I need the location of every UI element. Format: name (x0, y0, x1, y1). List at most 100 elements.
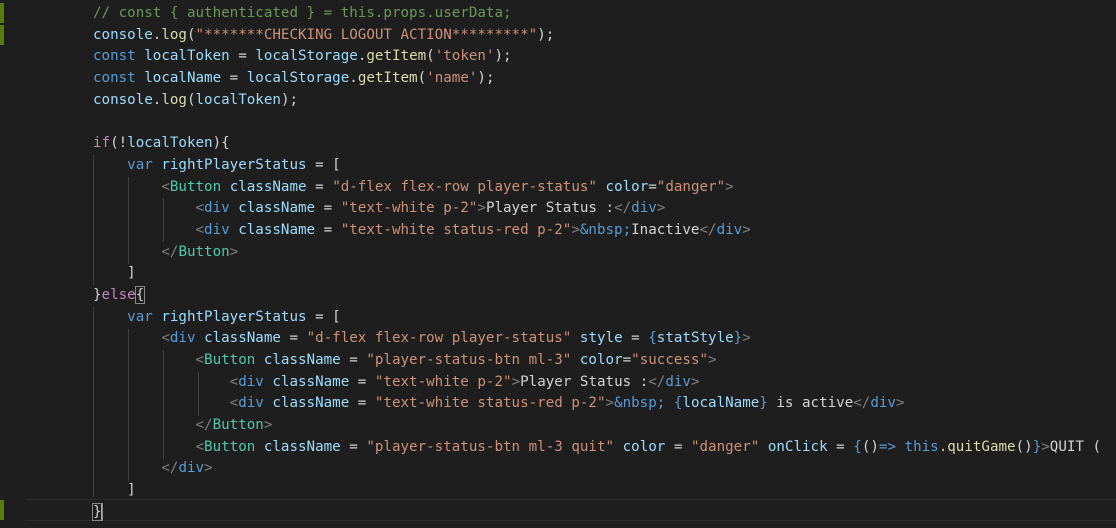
code-token: > (263, 417, 273, 434)
code-token: > (477, 200, 486, 217)
code-line[interactable]: <div className = "d-flex flex-row player… (93, 328, 1101, 350)
code-token: { (648, 330, 657, 347)
code-line[interactable]: if(!localToken){ (93, 133, 1101, 155)
code-token: const (93, 48, 136, 65)
code-token: > (690, 373, 700, 390)
code-token: > (571, 221, 580, 238)
code-token: div (169, 330, 196, 347)
code-token: color (622, 438, 666, 455)
code-token: ); (494, 48, 512, 65)
code-token: localStorage (246, 70, 350, 87)
code-token: </ (648, 373, 666, 390)
code-token: > (708, 352, 717, 368)
code-token: div (238, 373, 264, 390)
code-token: className (263, 352, 341, 368)
code-line[interactable]: <div className = "text-white status-red … (93, 220, 1101, 242)
code-token: localToken (144, 48, 230, 65)
code-token: { (853, 438, 862, 455)
code-line[interactable]: console.log("*******CHECKING LOGOUT ACTI… (93, 25, 1101, 47)
code-token: log (161, 91, 187, 108)
code-line[interactable]: </Button> (93, 242, 1101, 264)
indentation (93, 309, 127, 325)
code-token: = (229, 48, 256, 65)
code-token: ){ (212, 135, 230, 152)
code-token: . (349, 70, 358, 87)
code-line[interactable]: ] (93, 263, 1101, 285)
code-token: < (195, 200, 205, 217)
code-line[interactable]: var rightPlayerStatus = [ (93, 307, 1101, 329)
code-token: { (134, 285, 146, 304)
code-line[interactable]: <div className = "text-white status-red … (93, 393, 1101, 415)
code-token: Button (212, 417, 264, 434)
code-token: (! (110, 135, 128, 152)
code-token: var (127, 156, 153, 173)
code-line[interactable]: <Button className = "d-flex flex-row pla… (93, 177, 1101, 199)
code-token: < (161, 178, 170, 195)
code-line[interactable]: } (92, 502, 1101, 524)
code-token: ( (186, 91, 196, 108)
code-token: color (579, 352, 623, 368)
code-token: "d-flex flex-row player-status" (306, 330, 572, 347)
code-line[interactable]: var rightPlayerStatus = [ (93, 155, 1101, 177)
code-token: </ (699, 221, 717, 238)
code-token: Button (178, 243, 230, 260)
code-line[interactable]: </div> (93, 458, 1101, 480)
code-token: style (579, 330, 623, 347)
code-token: = (827, 438, 854, 455)
code-token: rightPlayerStatus (161, 156, 307, 173)
code-token: > (742, 221, 751, 238)
code-line[interactable]: <Button className = "player-status-btn m… (93, 350, 1101, 372)
code-token: const (93, 70, 136, 87)
code-line[interactable]: const localName = localStorage.getItem('… (93, 68, 1101, 90)
code-token: div (870, 395, 896, 412)
indentation (93, 460, 161, 476)
code-token: className (229, 178, 307, 195)
code-line[interactable]: <Button className = "player-status-btn m… (93, 437, 1102, 459)
code-token: "d-flex flex-row player-status" (332, 178, 597, 195)
code-line[interactable]: // const { authenticated } = this.props.… (93, 3, 1101, 25)
indentation (93, 482, 127, 498)
code-token: < (195, 438, 205, 455)
indentation (93, 244, 161, 260)
code-line[interactable]: }else{ (93, 285, 1101, 307)
code-token: = (665, 438, 691, 455)
code-token: } (759, 395, 768, 412)
indentation (93, 330, 161, 346)
code-token: </ (161, 243, 179, 260)
code-token: Button (204, 352, 256, 368)
code-token: "*******CHECKING LOGOUT ACTION*********" (195, 26, 538, 43)
modified-line-marker (0, 25, 4, 45)
indentation (93, 439, 196, 455)
code-token: className (238, 200, 316, 217)
code-token: ( (417, 70, 427, 87)
code-token: var (127, 308, 153, 325)
code-token: Button (204, 438, 256, 455)
code-lines[interactable]: // const { authenticated } = this.props.… (92, 3, 1102, 524)
code-line[interactable]: <div className = "text-white p-2">Player… (93, 198, 1101, 220)
code-token: onClick (767, 438, 828, 455)
code-token: > (511, 373, 521, 390)
code-token: . (938, 438, 948, 455)
code-line[interactable]: console.log(localToken); (93, 90, 1101, 112)
code-token: console (93, 26, 153, 43)
code-token: > (742, 330, 751, 347)
text-cursor (100, 503, 103, 521)
code-token: console (93, 91, 153, 108)
code-line[interactable]: const localToken = localStorage.getItem(… (93, 46, 1101, 68)
code-token: className (272, 395, 350, 412)
code-line[interactable]: <div className = "text-white p-2">Player… (93, 372, 1101, 394)
code-token: } (1032, 438, 1042, 455)
code-line[interactable] (93, 111, 1101, 133)
code-token: div (204, 221, 230, 238)
code-token: "danger" (690, 438, 760, 455)
code-editor[interactable]: // const { authenticated } = this.props.… (0, 0, 1116, 528)
code-line[interactable]: </Button> (93, 415, 1101, 437)
code-token: "player-status-btn ml-3 quit" (366, 438, 615, 455)
code-token: ] (127, 265, 136, 282)
code-token: QUIT ( (1049, 438, 1102, 455)
code-line[interactable]: ] (93, 480, 1101, 502)
